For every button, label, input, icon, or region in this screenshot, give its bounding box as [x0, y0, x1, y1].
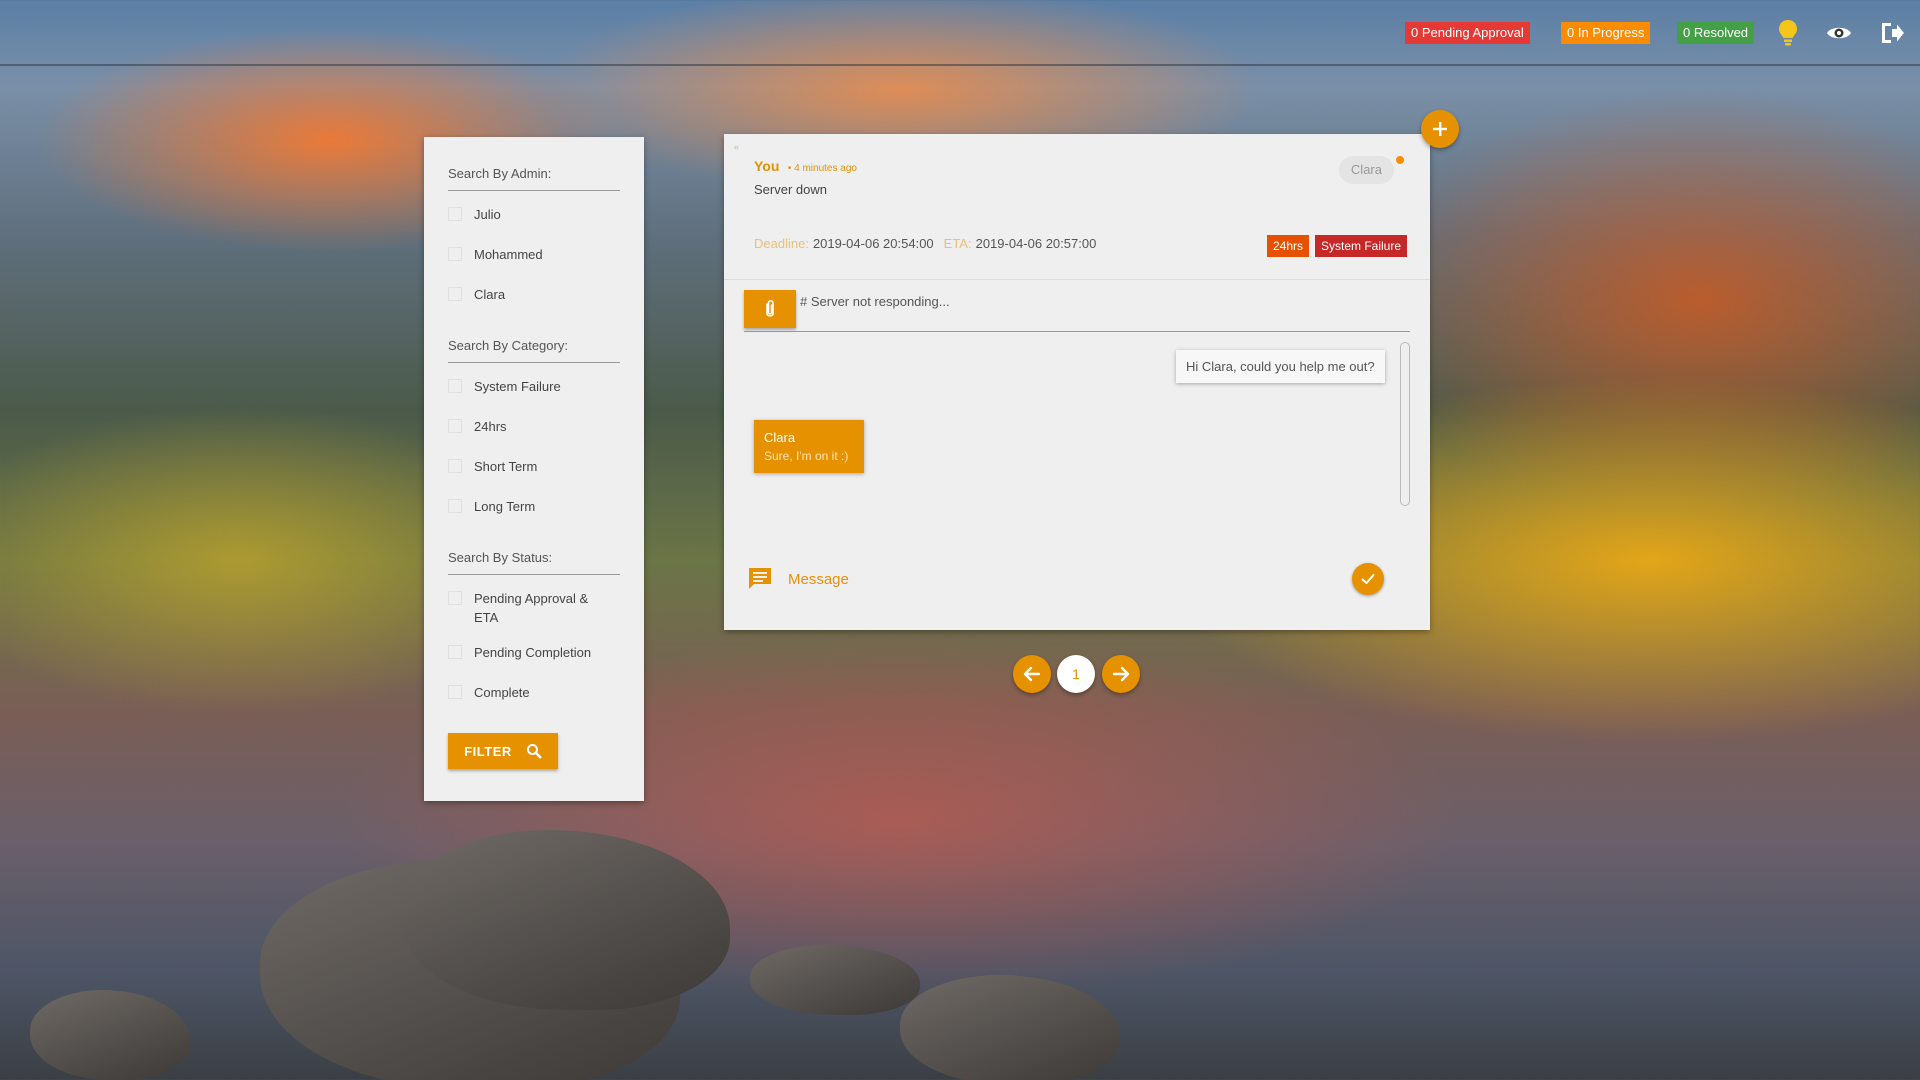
- filter-label: System Failure: [474, 379, 561, 394]
- ticket-divider: [724, 279, 1430, 280]
- checkbox[interactable]: [448, 379, 462, 393]
- collapse-toggle[interactable]: «: [734, 142, 739, 152]
- message-sender: Clara: [764, 430, 796, 445]
- filter-label: Complete: [474, 685, 530, 700]
- chat-icon: [749, 568, 771, 589]
- checkbox[interactable]: [448, 287, 462, 301]
- page-number-button[interactable]: 1: [1057, 655, 1095, 693]
- category-filter-system-failure[interactable]: System Failure: [448, 377, 620, 417]
- checkbox[interactable]: [448, 419, 462, 433]
- status-filter-title: Search By Status:: [448, 541, 620, 575]
- filter-label: Pending Completion: [474, 645, 592, 660]
- category-filter-short-term[interactable]: Short Term: [448, 457, 620, 497]
- assigned-admin-chip[interactable]: Clara: [1338, 156, 1394, 184]
- previous-page-button[interactable]: [1013, 655, 1051, 693]
- lightbulb-icon[interactable]: [1773, 18, 1803, 48]
- ticket-card: « You • 4 minutes ago Server down Clara …: [724, 134, 1430, 630]
- checkbox[interactable]: [448, 207, 462, 221]
- attachment-button[interactable]: [744, 290, 796, 328]
- filter-button[interactable]: FILTER: [448, 733, 558, 769]
- message-bubble-admin: Clara Sure, I'm on it :): [754, 420, 864, 473]
- check-icon: [1361, 574, 1375, 584]
- filter-label: 24hrs: [474, 419, 507, 434]
- background-rock: [750, 945, 920, 1015]
- filter-label: Mohammed: [474, 247, 543, 262]
- eta-value: 2019-04-06 20:57:00: [975, 236, 1097, 251]
- checkbox[interactable]: [448, 499, 462, 513]
- messages-scrollbar[interactable]: [1400, 342, 1410, 506]
- plus-icon: [1433, 122, 1447, 136]
- admin-filter-clara[interactable]: Clara: [448, 285, 620, 325]
- ticket-description: # Server not responding...: [800, 294, 950, 309]
- deadline-value: 2019-04-06 20:54:00: [812, 236, 934, 251]
- status-dot: [1396, 156, 1404, 164]
- filter-label: Julio: [474, 207, 501, 222]
- add-ticket-button[interactable]: [1421, 110, 1459, 148]
- ticket-author: You: [754, 158, 780, 174]
- logout-icon[interactable]: [1877, 18, 1907, 48]
- arrow-left-icon: [1023, 666, 1041, 682]
- description-underline: [744, 331, 1410, 332]
- ticket-header: You • 4 minutes ago Server down: [754, 158, 857, 197]
- checkbox[interactable]: [448, 247, 462, 261]
- checkbox[interactable]: [448, 591, 462, 605]
- background-rock: [30, 990, 190, 1080]
- filter-label: Long Term: [474, 499, 536, 514]
- checkbox[interactable]: [448, 459, 462, 473]
- category-filter-title: Search By Category:: [448, 329, 620, 363]
- filter-label: Clara: [474, 287, 506, 302]
- status-filter-complete[interactable]: Complete: [448, 683, 620, 723]
- topbar-divider: [0, 64, 1920, 66]
- background-rock: [900, 975, 1120, 1080]
- category-filter-24hrs[interactable]: 24hrs: [448, 417, 620, 457]
- admin-filter-title: Search By Admin:: [448, 157, 620, 191]
- eta-label: ETA:: [943, 236, 972, 251]
- filter-panel: Search By Admin: Julio Mohammed Clara Se…: [424, 137, 644, 801]
- admin-filter-mohammed[interactable]: Mohammed: [448, 245, 620, 285]
- filter-button-label: FILTER: [464, 743, 512, 759]
- arrow-right-icon: [1112, 666, 1130, 682]
- checkbox[interactable]: [448, 645, 462, 659]
- tag-system-failure: System Failure: [1315, 235, 1408, 257]
- deadline-label: Deadline:: [754, 236, 809, 251]
- background-rock: [400, 830, 730, 1010]
- next-page-button[interactable]: [1102, 655, 1140, 693]
- message-bubble-user: Hi Clara, could you help me out?: [1176, 350, 1385, 383]
- eye-icon[interactable]: [1824, 18, 1854, 48]
- filter-label: Pending Approval & ETA: [474, 591, 589, 625]
- category-filter-long-term[interactable]: Long Term: [448, 497, 620, 537]
- send-button[interactable]: [1352, 563, 1384, 595]
- paperclip-icon: [766, 299, 774, 317]
- ticket-time-ago: • 4 minutes ago: [787, 163, 857, 174]
- filter-label: Short Term: [474, 459, 538, 474]
- tag-24hrs: 24hrs: [1267, 235, 1310, 257]
- ticket-subject: Server down: [754, 182, 827, 197]
- in-progress-badge[interactable]: 0 In Progress: [1561, 22, 1651, 44]
- status-filter-pending-completion[interactable]: Pending Completion: [448, 643, 620, 683]
- checkbox[interactable]: [448, 685, 462, 699]
- resolved-badge[interactable]: 0 Resolved: [1677, 22, 1755, 44]
- message-input[interactable]: [788, 564, 1308, 594]
- admin-filter-julio[interactable]: Julio: [448, 205, 620, 245]
- status-filter-pending-approval[interactable]: Pending Approval & ETA: [448, 589, 620, 643]
- pending-approval-badge[interactable]: 0 Pending Approval: [1405, 22, 1530, 44]
- message-text: Sure, I'm on it :): [764, 449, 849, 463]
- search-icon: [526, 744, 542, 759]
- ticket-dates: Deadline: 2019-04-06 20:54:00 ETA: 2019-04-…: [754, 236, 1096, 251]
